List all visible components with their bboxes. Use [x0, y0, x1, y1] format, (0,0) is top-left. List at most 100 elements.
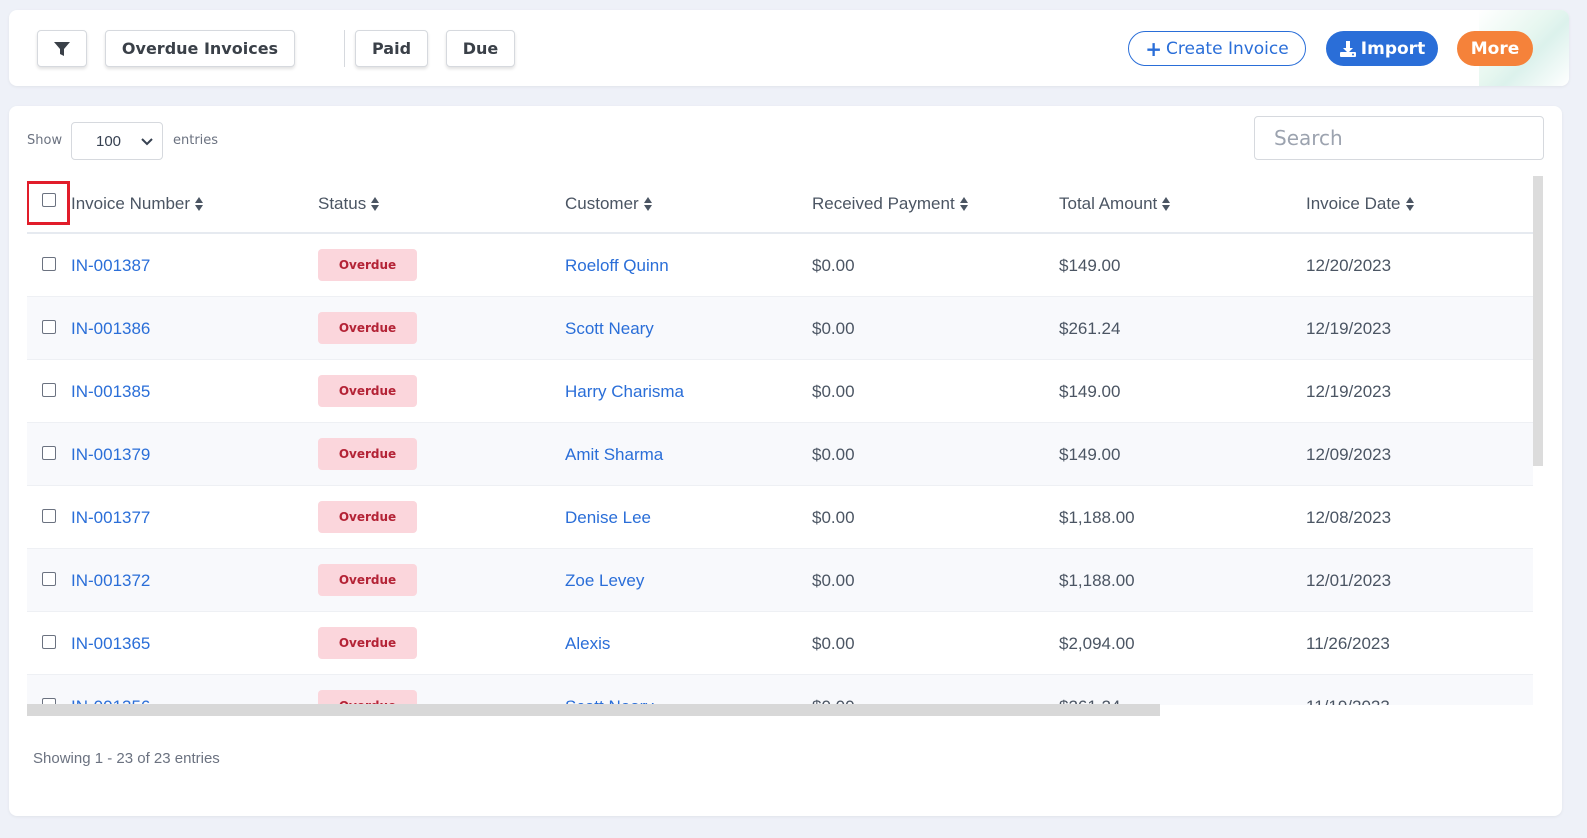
- download-icon: [1339, 40, 1356, 57]
- sort-icon: [194, 197, 204, 211]
- chevron-down-icon: [141, 138, 153, 146]
- received-payment: $0.00: [812, 382, 855, 401]
- column-total-amount[interactable]: Total Amount: [1059, 194, 1171, 214]
- sort-icon: [370, 197, 380, 211]
- invoice-number-link[interactable]: IN-001386: [71, 319, 150, 339]
- row-checkbox[interactable]: [42, 383, 56, 397]
- status-badge: Overdue: [318, 249, 417, 281]
- table-row: IN-001379 Overdue Amit Sharma $0.00 $149…: [27, 423, 1533, 486]
- invoice-number-link[interactable]: IN-001385: [71, 382, 150, 402]
- toolbar: Overdue Invoices Paid Due + Create Invoi…: [9, 10, 1569, 86]
- horizontal-scrollbar[interactable]: [27, 704, 1160, 716]
- column-customer[interactable]: Customer: [565, 194, 653, 214]
- invoices-table: Invoice Number Status Customer Received …: [27, 176, 1533, 705]
- table-row: IN-001377 Overdue Denise Lee $0.00 $1,18…: [27, 486, 1533, 549]
- show-label: Show: [27, 133, 63, 148]
- sort-icon: [1161, 197, 1171, 211]
- row-checkbox[interactable]: [42, 320, 56, 334]
- total-amount: $149.00: [1059, 445, 1121, 464]
- customer-link[interactable]: Roeloff Quinn: [565, 256, 669, 276]
- invoice-date: 12/08/2023: [1306, 508, 1392, 527]
- received-payment: $0.00: [812, 571, 855, 590]
- table-row: IN-001385 Overdue Harry Charisma $0.00 $…: [27, 360, 1533, 423]
- invoice-number-link[interactable]: IN-001379: [71, 445, 150, 465]
- customer-link[interactable]: Denise Lee: [565, 508, 651, 528]
- invoice-date: 11/19/2023: [1306, 697, 1390, 705]
- table-row: IN-001372 Overdue Zoe Levey $0.00 $1,188…: [27, 549, 1533, 612]
- filter-button[interactable]: [37, 30, 87, 67]
- invoice-date: 12/01/2023: [1306, 571, 1392, 590]
- row-checkbox[interactable]: [42, 257, 56, 271]
- invoice-number-link[interactable]: IN-001372: [71, 571, 150, 591]
- status-badge: Overdue: [318, 501, 417, 533]
- column-invoice-date[interactable]: Invoice Date: [1306, 194, 1415, 214]
- invoice-date: 12/19/2023: [1306, 319, 1392, 338]
- invoice-date: 12/20/2023: [1306, 256, 1392, 275]
- total-amount: $2,094.00: [1059, 634, 1135, 653]
- pagination-info: Showing 1 - 23 of 23 entries: [33, 750, 220, 767]
- status-badge: Overdue: [318, 627, 417, 659]
- invoice-number-link[interactable]: IN-001387: [71, 256, 150, 276]
- row-checkbox[interactable]: [42, 446, 56, 460]
- total-amount: $149.00: [1059, 382, 1121, 401]
- customer-link[interactable]: Scott Neary: [565, 319, 654, 339]
- table-header: Invoice Number Status Customer Received …: [27, 176, 1533, 234]
- column-invoice-number[interactable]: Invoice Number: [71, 194, 204, 214]
- received-payment: $0.00: [812, 508, 855, 527]
- create-invoice-button[interactable]: + Create Invoice: [1128, 31, 1306, 66]
- due-filter-button[interactable]: Due: [446, 30, 515, 67]
- column-received-payment[interactable]: Received Payment: [812, 194, 969, 214]
- toolbar-divider: [344, 30, 345, 67]
- invoice-date: 12/19/2023: [1306, 382, 1392, 401]
- entries-value: 100: [96, 132, 122, 150]
- select-all-checkbox[interactable]: [42, 193, 56, 207]
- table-row: IN-001365 Overdue Alexis $0.00 $2,094.00…: [27, 612, 1533, 675]
- import-button[interactable]: Import: [1326, 31, 1438, 66]
- total-amount: $1,188.00: [1059, 571, 1135, 590]
- row-checkbox[interactable]: [42, 509, 56, 523]
- received-payment: $0.00: [812, 445, 855, 464]
- column-label: Invoice Number: [71, 194, 191, 213]
- status-badge: Overdue: [318, 690, 417, 705]
- invoice-date: 12/09/2023: [1306, 445, 1392, 464]
- customer-link[interactable]: Harry Charisma: [565, 382, 684, 402]
- entries-select[interactable]: 100: [71, 122, 163, 160]
- create-invoice-label: Create Invoice: [1166, 38, 1289, 59]
- customer-link[interactable]: Amit Sharma: [565, 445, 663, 465]
- sort-icon: [959, 197, 969, 211]
- plus-icon: +: [1145, 36, 1163, 61]
- received-payment: $0.00: [812, 634, 855, 653]
- sort-icon: [643, 197, 653, 211]
- customer-link[interactable]: Zoe Levey: [565, 571, 644, 591]
- total-amount: $1,188.00: [1059, 508, 1135, 527]
- column-status[interactable]: Status: [318, 194, 380, 214]
- total-amount: $261.24: [1059, 319, 1121, 338]
- column-label: Invoice Date: [1306, 194, 1401, 213]
- invoice-number-link[interactable]: IN-001365: [71, 634, 150, 654]
- status-badge: Overdue: [318, 438, 417, 470]
- column-label: Total Amount: [1059, 194, 1158, 213]
- table-row: IN-001356 Overdue Scott Neary $0.00 $261…: [27, 675, 1533, 705]
- total-amount: $149.00: [1059, 256, 1121, 275]
- invoice-number-link[interactable]: IN-001377: [71, 508, 150, 528]
- status-badge: Overdue: [318, 375, 417, 407]
- received-payment: $0.00: [812, 319, 855, 338]
- row-checkbox[interactable]: [42, 635, 56, 649]
- column-label: Received Payment: [812, 194, 955, 213]
- invoices-card: Show 100 entries Invoice Number Status C…: [9, 106, 1562, 816]
- table-row: IN-001386 Overdue Scott Neary $0.00 $261…: [27, 297, 1533, 360]
- table-row: IN-001387 Overdue Roeloff Quinn $0.00 $1…: [27, 234, 1533, 297]
- customer-link[interactable]: Alexis: [565, 634, 610, 654]
- more-button[interactable]: More: [1457, 31, 1533, 66]
- received-payment: $0.00: [812, 256, 855, 275]
- search-input[interactable]: [1254, 116, 1544, 160]
- row-checkbox[interactable]: [42, 572, 56, 586]
- overdue-invoices-button[interactable]: Overdue Invoices: [105, 30, 295, 67]
- import-label: Import: [1360, 38, 1426, 59]
- sort-icon: [1405, 197, 1415, 211]
- column-label: Status: [318, 194, 367, 213]
- entries-label: entries: [173, 133, 219, 148]
- paid-filter-button[interactable]: Paid: [355, 30, 428, 67]
- vertical-scrollbar[interactable]: [1533, 176, 1543, 466]
- filter-icon: [54, 41, 70, 56]
